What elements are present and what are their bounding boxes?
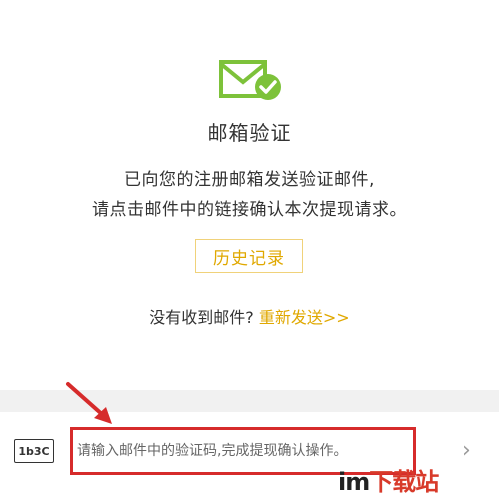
- resend-link[interactable]: 重新发送>>: [259, 308, 350, 327]
- email-verification-screen: 邮箱验证 已向您的注册邮箱发送验证邮件, 请点击邮件中的链接确认本次提现请求。 …: [0, 0, 499, 504]
- not-received-row: 没有收到邮件? 重新发送>>: [0, 304, 499, 328]
- description-line-2: 请点击邮件中的链接确认本次提现请求。: [92, 200, 407, 220]
- description-line-1: 已向您的注册邮箱发送验证邮件,: [124, 170, 375, 190]
- watermark-part-2: 下载站: [369, 468, 439, 496]
- not-received-text: 没有收到邮件?: [149, 308, 254, 327]
- annotation-arrow-icon: [66, 382, 112, 424]
- verification-code-icon: 1b3C: [14, 439, 54, 463]
- chevron-right-icon[interactable]: ›: [462, 438, 471, 463]
- history-button[interactable]: 历史记录: [195, 239, 303, 273]
- watermark-part-1: im: [338, 468, 370, 496]
- watermark: im下载站: [338, 462, 439, 497]
- page-title: 邮箱验证: [207, 121, 292, 145]
- mail-check-icon: [219, 60, 281, 100]
